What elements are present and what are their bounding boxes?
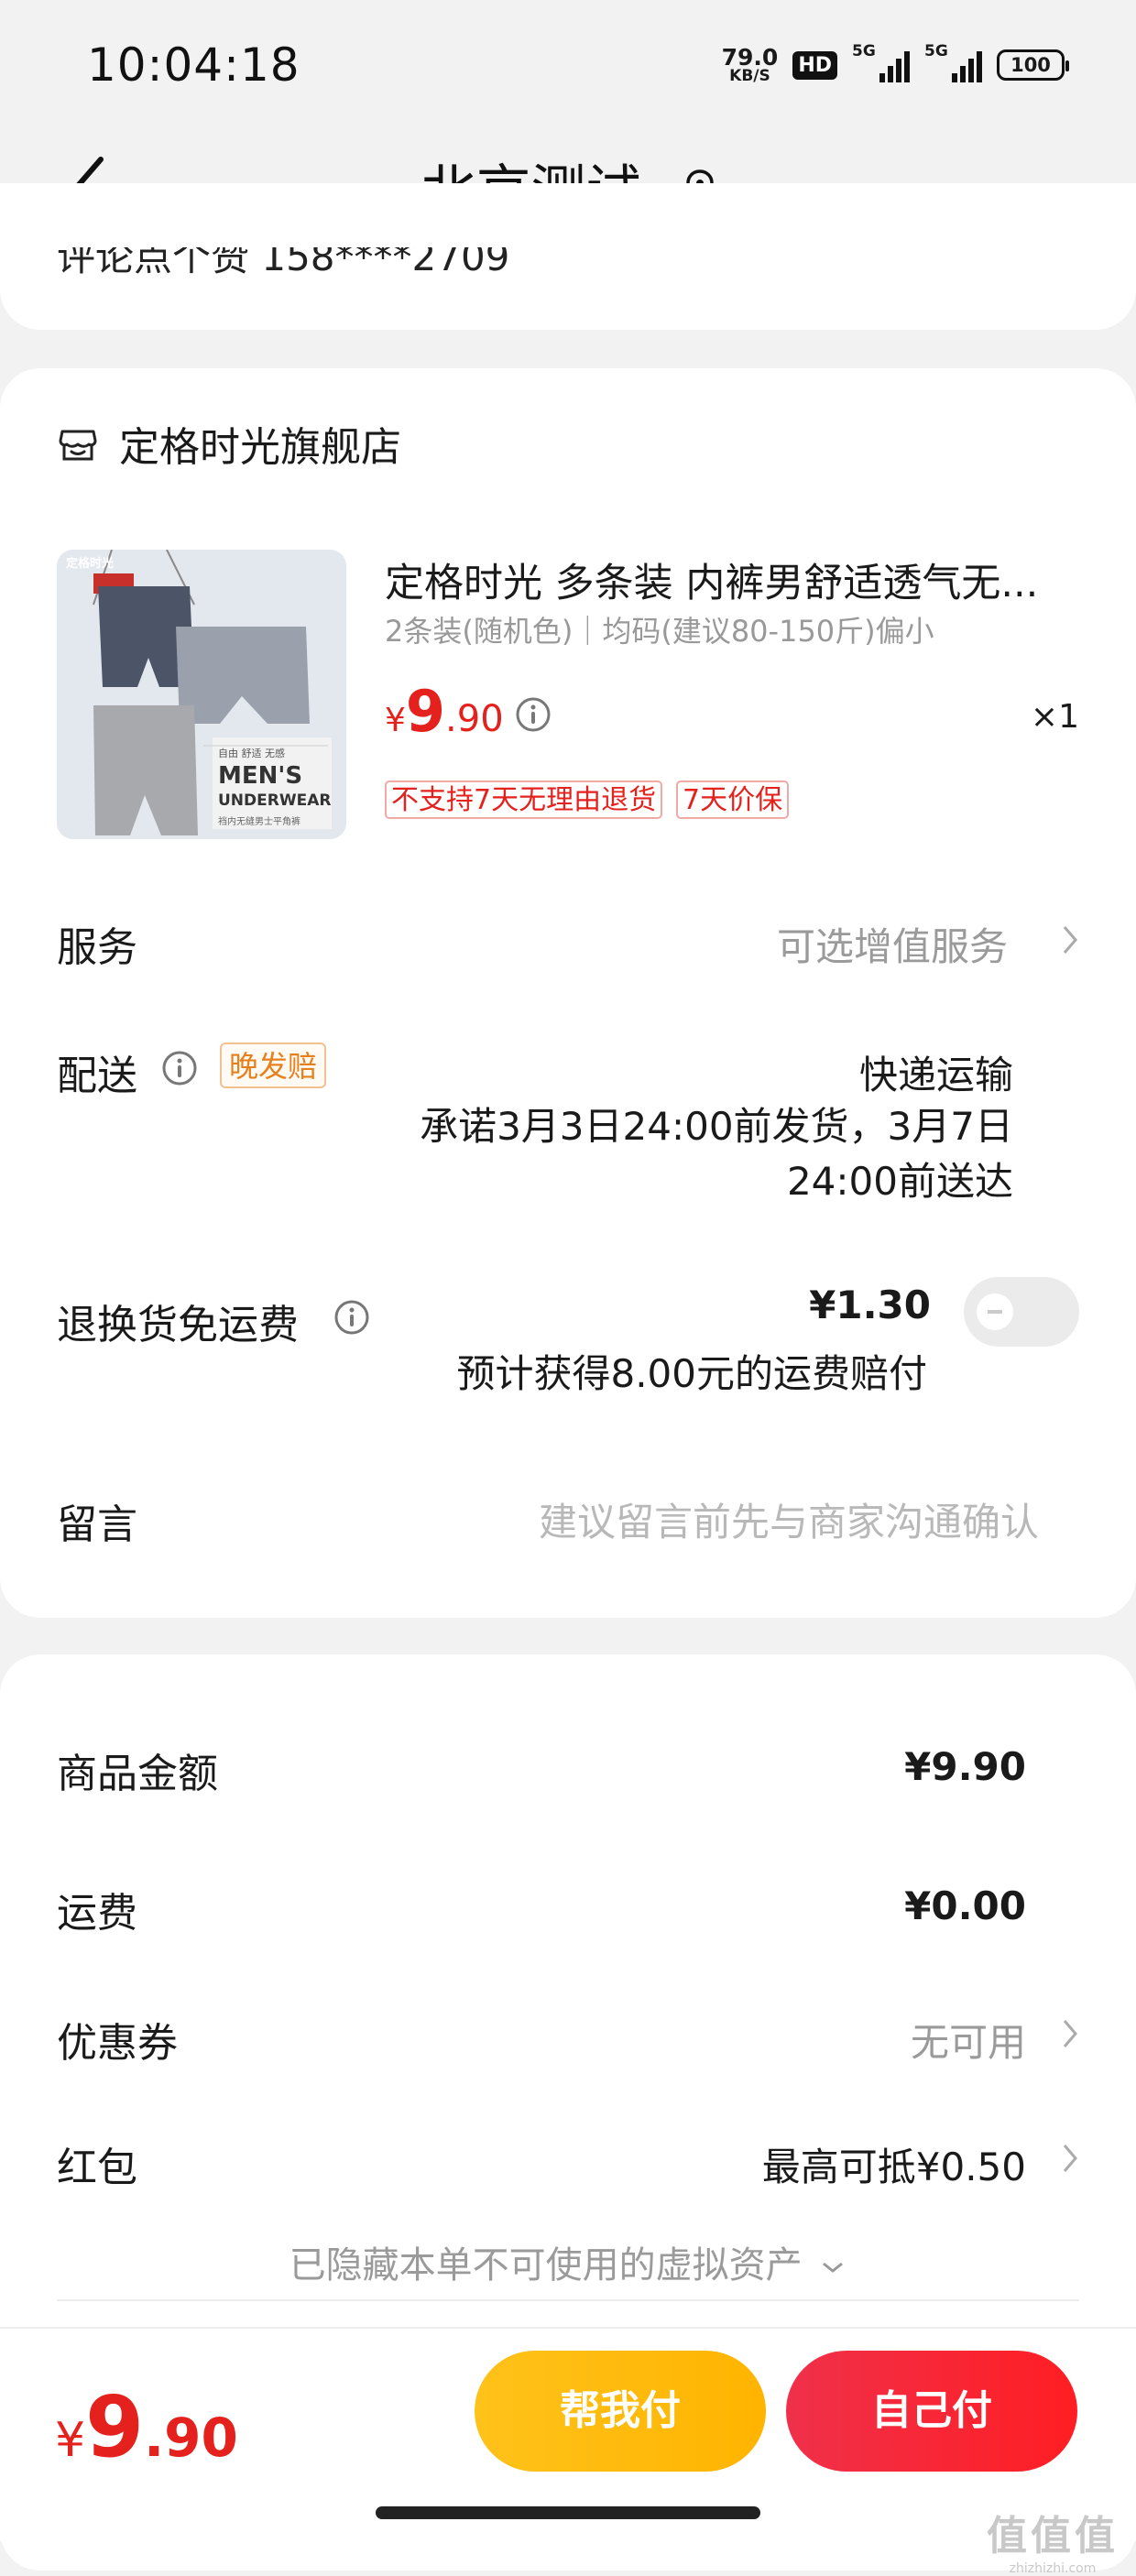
help-pay-button[interactable]: 帮我付 — [475, 2351, 766, 2472]
chevron-down-icon — [823, 2262, 844, 2273]
battery-level: 100 — [1010, 54, 1051, 76]
divider — [57, 2299, 1079, 2301]
service-label: 服务 — [57, 924, 137, 971]
service-value[interactable]: 可选增值服务 — [777, 916, 1008, 972]
battery-icon: 100 — [997, 49, 1069, 81]
price-info-icon[interactable] — [515, 696, 552, 733]
status-time: 10:04:18 — [87, 38, 300, 92]
return-fee-info-icon[interactable] — [333, 1299, 370, 1336]
shop-name: 定格时光旗舰店 — [119, 424, 401, 471]
watermark-url: zhizhizhi.com — [1009, 2561, 1097, 2576]
coupon-label: 优惠券 — [57, 2020, 178, 2067]
product-image[interactable]: 定格时光 自由 舒适 无感 MEN'S UNDERWEAR 裆内无缝男士平角裤 — [57, 550, 346, 839]
shop-icon — [59, 430, 97, 461]
product-title[interactable]: 定格时光 多条装 内裤男舒适透气无... — [385, 551, 1081, 608]
watermark: 值值值 zhizhizhi.com — [984, 2503, 1121, 2576]
chevron-right-icon[interactable] — [1061, 2142, 1079, 2175]
return-fee-note: 预计获得8.00元的运费赔付 — [456, 1351, 927, 1396]
signal-label: 5G — [852, 42, 876, 60]
product-image-line2: MEN'S — [218, 762, 303, 790]
tag-price-protect[interactable]: 7天价保 — [676, 780, 790, 819]
product-image-line3: UNDERWEAR — [218, 791, 332, 810]
shipping-value: ¥0.00 — [904, 1883, 1026, 1928]
total-price-dec: .90 — [144, 2407, 238, 2469]
total-price-int: 9 — [85, 2378, 145, 2476]
watermark-logo: 值值值 — [987, 2513, 1119, 2560]
product-image-line1: 自由 舒适 无感 — [218, 748, 285, 759]
delivery-promise: 承诺3月3日24:00前发货，3月7日24:00前送达 — [420, 1104, 1013, 1204]
status-icons: 79.0 KB/S HD 5G 5G 100 — [722, 42, 1069, 86]
delivery-label: 配送 — [57, 1053, 137, 1099]
total-price: ¥9.90 — [55, 2378, 238, 2476]
signal-icon-2: 5G — [924, 42, 982, 82]
signal-label-2: 5G — [924, 42, 948, 60]
message-label: 留言 — [57, 1501, 137, 1548]
network-speed-value: 79.0 — [721, 44, 779, 71]
toggle-knob — [977, 1293, 1013, 1330]
shop-header[interactable]: 定格时光旗舰店 — [57, 414, 401, 473]
order-card: 定格时光旗舰店 定格时光 自由 舒适 无感 MEN'S UNDERWEAR 裆内… — [0, 368, 1136, 1618]
product-price-currency: ¥ — [385, 702, 406, 739]
delivery-method: 快递运输 — [858, 1053, 1013, 1097]
bottom-bar: ¥9.90 帮我付 自己付 值值值 zhizhizhi.com — [0, 2327, 1136, 2576]
product-price-dec: .90 — [445, 698, 504, 740]
goods-amount-value: ¥9.90 — [904, 1744, 1026, 1789]
goods-amount-label: 商品金额 — [57, 1751, 218, 1797]
product-price: ¥9.90 — [385, 678, 504, 745]
signal-icon: 5G — [852, 42, 910, 82]
hd-icon: HD — [792, 50, 837, 80]
return-fee-toggle[interactable] — [964, 1277, 1079, 1347]
network-speed: 79.0 KB/S — [722, 46, 779, 84]
home-indicator[interactable] — [376, 2506, 760, 2519]
product-spec[interactable]: 2条装(随机色)｜均码(建议80-150斤)偏小 — [385, 608, 934, 650]
hidden-assets-text: 已隐藏本单不可使用的虚拟资产 — [289, 2244, 803, 2287]
hidden-assets-toggle[interactable]: 已隐藏本单不可使用的虚拟资产 — [0, 2235, 1136, 2288]
network-speed-unit: KB/S — [729, 67, 770, 85]
return-fee-label: 退换货免运费 — [57, 1302, 299, 1348]
tag-no-return: 不支持7天无理由退货 — [385, 780, 663, 819]
chevron-right-icon[interactable] — [1061, 923, 1079, 956]
message-input[interactable]: 建议留言前先与商家沟通确认 — [539, 1491, 1039, 1547]
product-image-brand: 定格时光 — [66, 557, 115, 571]
return-fee-price: ¥1.30 — [809, 1283, 931, 1327]
product-price-int: 9 — [405, 678, 446, 745]
total-price-currency: ¥ — [55, 2413, 86, 2468]
product-quantity: ×1 — [1030, 698, 1079, 736]
red-packet-label: 红包 — [57, 2145, 137, 2191]
delivery-info-icon[interactable] — [161, 1050, 198, 1086]
status-bar: 10:04:18 79.0 KB/S HD 5G 5G 100 — [0, 0, 1136, 128]
shipping-label: 运费 — [57, 1890, 137, 1937]
self-pay-button[interactable]: 自己付 — [786, 2351, 1077, 2472]
coupon-value[interactable]: 无可用 — [911, 2012, 1026, 2068]
red-packet-value[interactable]: 最高可抵¥0.50 — [762, 2136, 1026, 2192]
late-compensation-tag[interactable]: 晚发赔 — [220, 1042, 327, 1088]
product-image-line4: 裆内无缝男士平角裤 — [218, 817, 300, 827]
chevron-right-icon[interactable] — [1061, 2017, 1079, 2050]
